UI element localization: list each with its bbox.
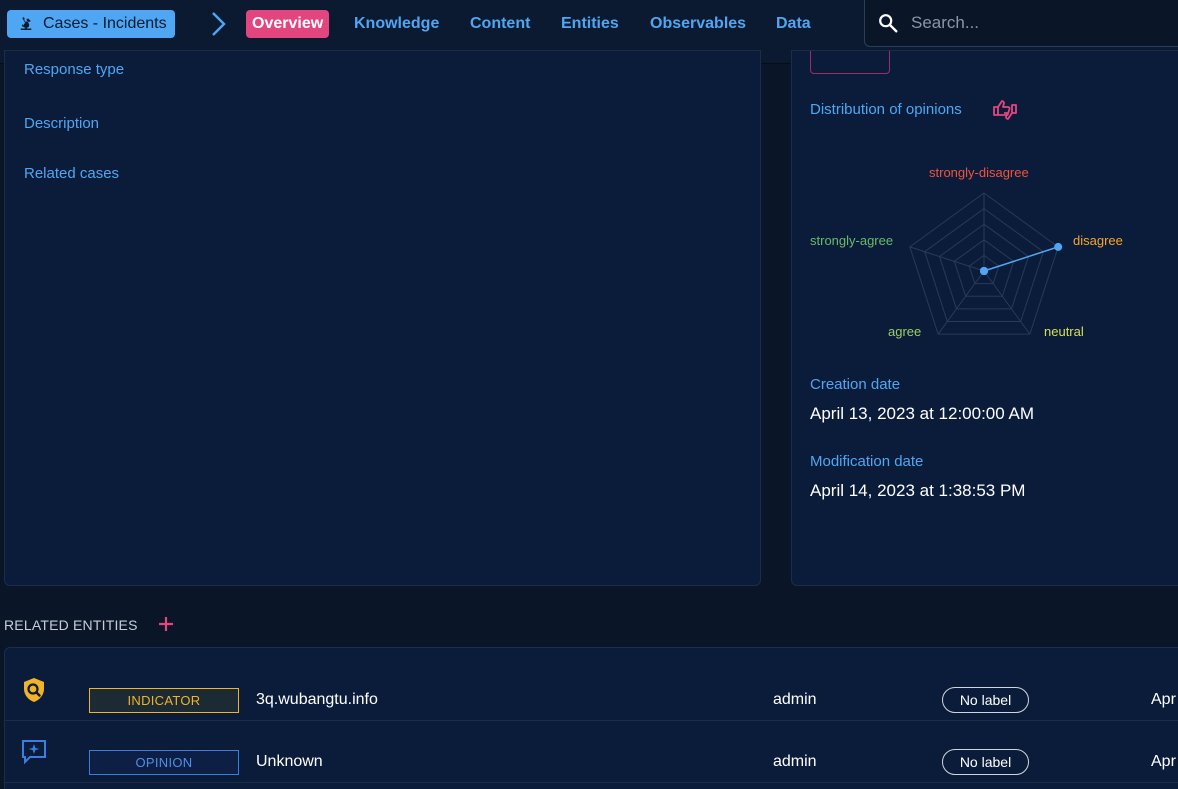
tab-data[interactable]: Data [776, 10, 811, 38]
creation-date-value: April 13, 2023 at 12:00:00 AM [810, 404, 1034, 423]
radar-series-shape [983, 246, 1059, 272]
search-icon [879, 14, 898, 33]
table-row[interactable]: OPINION Unknown admin No label Apr [5, 721, 1178, 783]
tab-knowledge[interactable]: Knowledge [354, 10, 439, 38]
entity-label-chip: No label [942, 687, 1029, 713]
modification-date-label: Modification date [810, 453, 924, 470]
radar-axis-spoke [983, 270, 1031, 335]
search-input[interactable] [911, 13, 1171, 33]
chevron-right-icon [212, 12, 226, 36]
radar-label-agree: agree [888, 324, 922, 339]
breadcrumb-label: Cases - Incidents [43, 15, 167, 32]
radar-label-neutral: neutral [1044, 324, 1084, 339]
radar-axis-spoke [937, 270, 985, 335]
radar-svg [909, 192, 1063, 335]
microscope-icon [20, 17, 32, 30]
radar-label-disagree: disagree [1073, 233, 1123, 248]
indicator-icon [24, 678, 44, 702]
tab-content[interactable]: Content [470, 10, 530, 38]
entity-creator: admin [773, 753, 817, 770]
tab-observables[interactable]: Observables [650, 10, 746, 38]
entity-label-chip: No label [942, 749, 1029, 775]
entity-type-badge: OPINION [89, 750, 239, 775]
details-panel: Response type Description Related cases [4, 50, 761, 586]
entity-creator: admin [773, 691, 817, 708]
related-entities-title: RELATED ENTITIES [4, 617, 138, 633]
radar-label-strongly-disagree: strongly-disagree [929, 165, 1029, 180]
response-type-label: Response type [24, 61, 125, 78]
radar-label-strongly-agree-text: strongly-agree [810, 233, 894, 248]
entity-date: Apr [1151, 691, 1176, 708]
search-box[interactable] [864, 0, 1178, 47]
entity-type-badge: INDICATOR [89, 688, 239, 713]
table-row[interactable]: INDICATOR 3q.wubangtu.info admin No labe… [5, 659, 1178, 721]
radar-point-strongly-agree [980, 267, 988, 275]
related-cases-label: Related cases [24, 165, 120, 182]
breadcrumb-cases-incidents[interactable]: Cases - Incidents [7, 10, 175, 38]
entity-name: Unknown [256, 753, 323, 770]
tab-entities[interactable]: Entities [561, 10, 619, 38]
entity-name: 3q.wubangtu.info [256, 691, 378, 708]
related-entities-list: INDICATOR 3q.wubangtu.info admin No labe… [4, 647, 1178, 789]
radar-label-strongly-agree: strongly-agree [810, 233, 895, 248]
add-icon[interactable] [156, 614, 176, 634]
opinion-icon [22, 740, 46, 765]
radar-axis-spoke [909, 246, 985, 272]
tab-overview[interactable]: Overview [246, 10, 330, 38]
entity-date: Apr [1151, 753, 1176, 770]
creation-date-label: Creation date [810, 376, 901, 393]
description-label: Description [24, 115, 100, 132]
meta-panel: Distribution of opinions strongly-disagr… [791, 50, 1178, 586]
radar-point-disagree [1054, 242, 1063, 251]
modification-date-value: April 14, 2023 at 1:38:53 PM [810, 481, 1026, 500]
